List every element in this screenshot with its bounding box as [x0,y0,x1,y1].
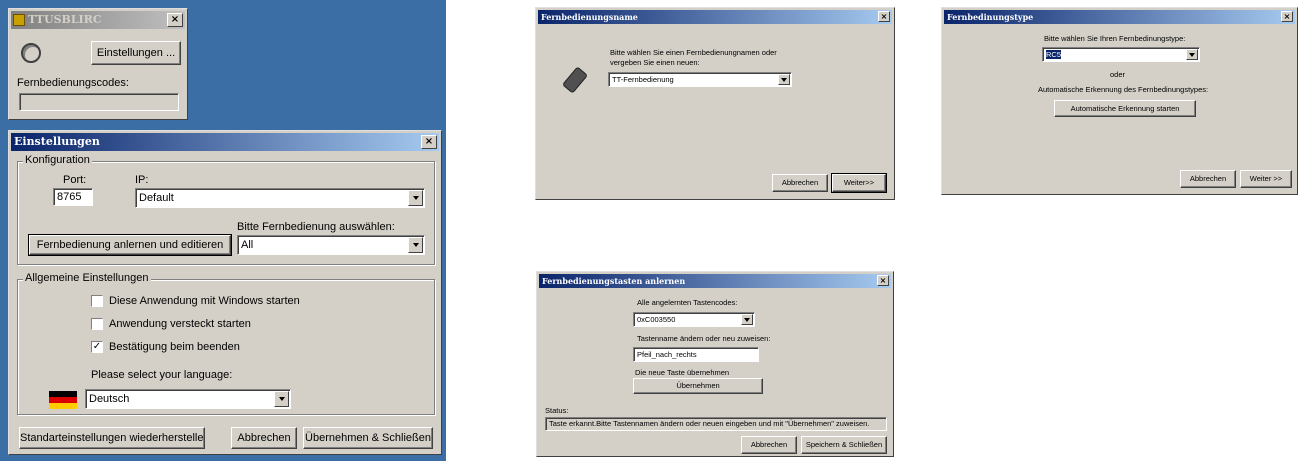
prompt-line-1: Bitte wählen Sie einen Fernbedienungname… [610,48,777,57]
cancel-button[interactable]: Abbrechen [1180,170,1236,188]
konfiguration-legend: Konfiguration [23,154,92,166]
cancel-button[interactable]: Abbrechen [231,427,297,449]
app-icon [13,14,25,26]
window-title: Fernbedienungstasten anlernen [542,276,686,286]
remote-select-label: Bitte Fernbedienung auswählen: [237,221,395,233]
prompt-line-2: vergeben Sie einen neuen: [610,58,700,67]
remote-control-icon [561,66,589,94]
next-button[interactable]: Weiter>> [831,173,887,193]
german-flag-icon [49,391,77,409]
ttusblirc-window: TTUSBLIRC × Einstellungen ... Fernbedien… [8,8,188,120]
close-button[interactable]: × [1281,11,1293,22]
codes-label: Fernbedienungscodes: [17,77,129,89]
fernbedienungstype-titlebar: Fernbedinungstype × [944,10,1295,24]
tasten-titlebar: Fernbedienungstasten anlernen × [539,274,891,288]
remote-select[interactable]: All [237,235,425,255]
codes-label: Alle angelernten Tastencodes: [637,298,738,307]
tasten-window: Fernbedienungstasten anlernen × Alle ang… [536,271,894,457]
codes-select[interactable]: 0xC003550 [633,312,755,327]
option-label: Bestätigung beim beenden [109,341,240,353]
reset-defaults-button[interactable]: Standarteinstellungen wiederherstellen [19,427,205,449]
chevron-down-icon[interactable] [408,237,423,253]
allgemein-legend: Allgemeine Einstellungen [23,272,151,284]
checkbox-start-with-windows[interactable] [91,295,103,307]
chevron-down-icon[interactable] [778,74,790,85]
key-name-input[interactable]: Pfeil_nach_rechts [633,347,759,362]
close-button[interactable]: × [878,11,890,22]
ttusblirc-titlebar: TTUSBLIRC × [11,11,185,29]
ip-label: IP: [135,174,149,186]
status-circle-icon [21,43,41,63]
type-select[interactable]: RC5 [1042,47,1200,62]
ip-select[interactable]: Default [135,188,425,208]
settings-button[interactable]: Einstellungen ... [91,41,181,65]
window-title: Fernbedinungstype [947,12,1034,22]
status-label: Status: [545,406,569,415]
key-name-label: Tastenname ändern oder neu zuweisen: [637,334,771,343]
apply-key-button[interactable]: Übernehmen [633,378,763,394]
chevron-down-icon[interactable] [1186,49,1198,60]
port-input[interactable]: 8765 [53,188,93,206]
codes-field[interactable] [19,93,179,111]
save-close-button[interactable]: Speichern & Schließen [801,436,887,454]
chevron-down-icon[interactable] [741,314,753,325]
chevron-down-icon[interactable] [408,190,423,206]
cancel-button[interactable]: Abbrechen [741,436,797,454]
checkbox-confirm-exit[interactable]: ✓ [91,341,103,353]
fernbedienungstype-window: Fernbedinungstype × Bitte wählen Sie Ihr… [941,7,1298,195]
next-button[interactable]: Weiter >> [1240,170,1292,188]
einstellungen-window: Einstellungen × Konfiguration Port: 8765… [8,130,442,455]
language-select[interactable]: Deutsch [85,389,291,409]
option-label: Anwendung versteckt starten [109,318,251,330]
cancel-button[interactable]: Abbrechen [772,174,828,192]
close-button[interactable]: × [421,135,437,149]
close-button[interactable]: × [167,13,183,27]
einstellungen-titlebar: Einstellungen × [11,133,439,151]
port-label: Port: [63,174,87,186]
oder-label: oder [1110,70,1126,79]
auto-detect-label: Automatische Erkennung des Fernbedinungs… [1038,85,1209,94]
window-title: Fernbedienungsname [541,12,638,22]
option-label: Diese Anwendung mit Windows starten [109,295,300,307]
chevron-down-icon[interactable] [274,391,289,407]
apply-close-button[interactable]: Übernehmen & Schließen [303,427,433,449]
fernbedienungsname-titlebar: Fernbedienungsname × [538,10,892,24]
status-field: Taste erkannt.Bitte Tastennamen ändern o… [545,417,887,431]
learn-edit-button[interactable]: Fernbedienung anlernen und editieren [28,234,232,256]
type-prompt: Bitte wählen Sie Ihren Fernbedinungstype… [1044,34,1186,43]
auto-detect-button[interactable]: Automatische Erkennung starten [1054,100,1196,117]
apply-key-label: Die neue Taste übernehmen [635,368,730,377]
window-title: TTUSBLIRC [28,13,102,26]
close-button[interactable]: × [877,275,889,286]
checkbox-start-hidden[interactable] [91,318,103,330]
fernbedienungsname-window: Fernbedienungsname × Bitte wählen Sie ei… [535,7,895,200]
window-title: Einstellungen [14,135,100,148]
remote-name-combobox[interactable]: TT-Fernbedienung [608,72,792,87]
language-label: Please select your language: [91,369,233,381]
